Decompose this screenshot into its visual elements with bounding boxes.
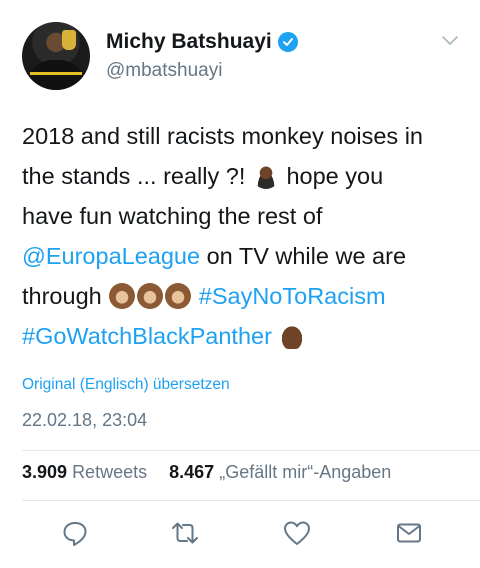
- hashtag-link[interactable]: #SayNoToRacism: [199, 283, 386, 309]
- shirt-shape: [28, 60, 84, 90]
- hashtag-link[interactable]: #GoWatchBlackPanther: [22, 323, 272, 349]
- tweet-text-segment: 2018 and still racists monkey noises in: [22, 123, 424, 149]
- name-row: Michy Batshuayi: [106, 30, 298, 54]
- tweet-text-segment: on TV while we are: [200, 243, 407, 269]
- retweets-label[interactable]: Retweets: [72, 462, 147, 482]
- trophy-shape: [62, 30, 76, 50]
- see-no-evil-monkey-icon: [109, 283, 136, 309]
- man-emoji-icon: [252, 163, 279, 189]
- retweet-icon[interactable]: [170, 518, 200, 548]
- tweet-header: Michy Batshuayi @mbatshuayi: [22, 22, 462, 92]
- avatar[interactable]: [22, 22, 90, 90]
- hear-no-evil-monkey-icon: [137, 283, 164, 309]
- likes-label[interactable]: „Gefällt mir“-Angaben: [219, 462, 391, 482]
- retweets-count[interactable]: 3.909: [22, 462, 67, 482]
- tweet-line: @EuropaLeague on TV while we are: [22, 236, 462, 276]
- verified-badge-icon: [277, 32, 298, 52]
- tweet-line: through #SayNoToRacism: [22, 276, 462, 316]
- engagement-stats: 3.909 Retweets 8.467 „Gefällt mir“-Angab…: [22, 462, 391, 483]
- reply-icon[interactable]: [60, 518, 90, 548]
- user-handle[interactable]: @mbatshuayi: [106, 60, 222, 82]
- display-name[interactable]: Michy Batshuayi: [106, 30, 272, 54]
- shirt-stripe: [30, 72, 82, 75]
- translate-link[interactable]: Original (Englisch) übersetzen: [22, 376, 230, 394]
- tweet-text-segment: have fun watching the rest of: [22, 203, 323, 229]
- divider: [22, 450, 480, 451]
- envelope-icon[interactable]: [394, 518, 424, 548]
- timestamp[interactable]: 22.02.18, 23:04: [22, 410, 147, 431]
- action-bar: [60, 518, 421, 548]
- heart-icon[interactable]: [282, 518, 312, 548]
- divider: [22, 500, 480, 501]
- tweet-line: the stands ... really ?! hope you: [22, 156, 462, 196]
- tweet-text-segment: hope you: [286, 163, 384, 189]
- tweet-line: have fun watching the rest of: [22, 196, 462, 236]
- tweet-line: #GoWatchBlackPanther: [22, 316, 462, 356]
- mention-link[interactable]: @EuropaLeague: [22, 243, 200, 269]
- tweet-text-segment: the stands ... really ?!: [22, 163, 246, 189]
- chevron-down-icon[interactable]: [438, 28, 462, 52]
- tweet-text: 2018 and still racists monkey noises in …: [22, 116, 462, 356]
- tweet-card: Michy Batshuayi @mbatshuayi 2018 and sti…: [0, 0, 480, 568]
- victory-hand-icon: [279, 323, 306, 349]
- likes-count[interactable]: 8.467: [169, 462, 214, 482]
- speak-no-evil-monkey-icon: [165, 283, 192, 309]
- tweet-line: 2018 and still racists monkey noises in: [22, 116, 462, 156]
- tweet-text-segment: through: [22, 283, 102, 309]
